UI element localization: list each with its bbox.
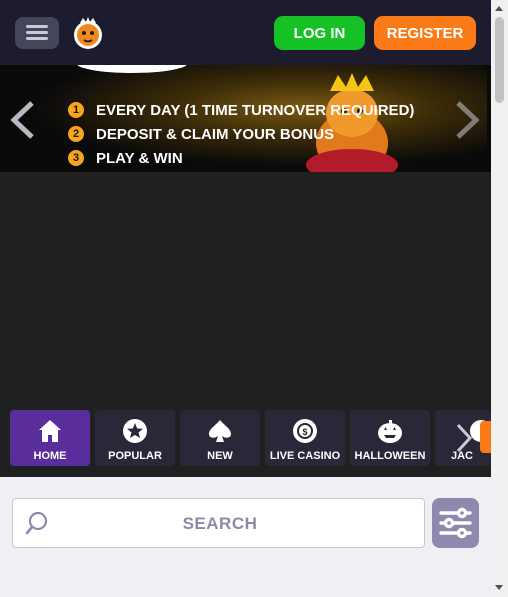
category-label: POPULAR	[108, 450, 162, 462]
category-new[interactable]: NEW	[180, 410, 260, 466]
spade-icon	[209, 420, 231, 442]
filter-sliders-icon[interactable]	[432, 498, 479, 548]
game-hero-area	[0, 172, 491, 407]
category-next-arrow-icon[interactable]	[451, 421, 477, 455]
menu-bar-icon	[26, 31, 48, 34]
search-icon[interactable]	[24, 510, 50, 536]
scrollbar-thumb[interactable]	[495, 17, 504, 103]
promo-step: 1 EVERY DAY (1 TIME TURNOVER REQUIRED)	[68, 98, 414, 122]
scroll-down-arrow-icon[interactable]	[495, 585, 503, 590]
login-button[interactable]: LOG IN	[274, 16, 365, 50]
step-number: 2	[68, 126, 84, 142]
menu-button[interactable]	[15, 17, 59, 49]
star-icon	[123, 419, 147, 443]
category-bar: HOME POPULAR NEW $ LIVE CASINO HALLOWEEN…	[0, 407, 491, 477]
menu-bar-icon	[26, 25, 48, 28]
step-text: PLAY & WIN	[96, 149, 183, 167]
search-input[interactable]	[63, 499, 377, 549]
banner-next-arrow-icon[interactable]	[452, 100, 482, 140]
pumpkin-icon	[378, 420, 402, 443]
step-text: DEPOSIT & CLAIM YOUR BONUS	[96, 125, 335, 143]
vertical-scrollbar[interactable]	[491, 0, 508, 597]
category-label: HALLOWEEN	[354, 450, 426, 462]
chip-icon: $	[293, 419, 317, 443]
category-popular[interactable]: POPULAR	[95, 410, 175, 466]
banner-prev-arrow-icon[interactable]	[8, 100, 38, 140]
scroll-up-arrow-icon[interactable]	[495, 6, 503, 11]
category-live-casino[interactable]: $ LIVE CASINO	[265, 410, 345, 466]
home-icon	[39, 420, 61, 442]
register-button[interactable]: REGISTER	[374, 16, 476, 50]
category-label: NEW	[207, 450, 233, 462]
svg-text:$: $	[302, 427, 307, 437]
promo-banner[interactable]: 1 EVERY DAY (1 TIME TURNOVER REQUIRED) 2…	[0, 65, 491, 172]
lion-logo-icon[interactable]	[71, 15, 105, 51]
top-header: LOG IN REGISTER	[0, 0, 491, 65]
category-halloween[interactable]: HALLOWEEN	[350, 410, 430, 466]
menu-bar-icon	[26, 37, 48, 40]
promo-step: 3 PLAY & WIN	[68, 146, 414, 170]
promo-step: 2 DEPOSIT & CLAIM YOUR BONUS	[68, 122, 414, 146]
step-number: 3	[68, 150, 84, 166]
step-text: EVERY DAY (1 TIME TURNOVER REQUIRED)	[96, 101, 415, 119]
category-label: LIVE CASINO	[269, 450, 341, 462]
side-promo-tab[interactable]	[480, 421, 491, 453]
category-home[interactable]: HOME	[10, 410, 90, 466]
promo-steps: 1 EVERY DAY (1 TIME TURNOVER REQUIRED) 2…	[68, 98, 414, 170]
step-number: 1	[68, 102, 84, 118]
category-label: HOME	[33, 450, 67, 462]
search-box	[12, 498, 425, 549]
